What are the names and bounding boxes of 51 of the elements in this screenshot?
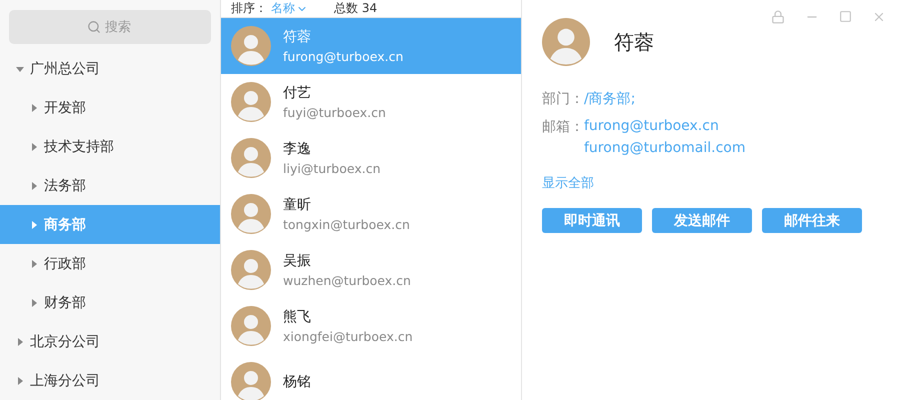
contact-email: wuzhen@turboex.cn xyxy=(283,273,411,288)
avatar-icon xyxy=(231,26,271,66)
field-label: 部门： xyxy=(542,90,584,108)
caret-right-icon[interactable] xyxy=(30,182,38,190)
contact-name: 杨铭 xyxy=(283,373,311,391)
contact-name: 童昕 xyxy=(283,196,312,214)
avatar-icon xyxy=(231,362,271,400)
lock-icon[interactable] xyxy=(771,10,785,24)
tree-item[interactable]: 开发部 xyxy=(0,88,220,127)
caret-right-icon[interactable] xyxy=(16,376,24,384)
caret-right-icon[interactable] xyxy=(30,142,38,150)
contact-email: tongxin@turboex.cn xyxy=(283,217,410,232)
tree-item[interactable]: 财务部 xyxy=(0,283,220,322)
maximize-icon[interactable] xyxy=(839,10,852,23)
contact-title: 符蓉 xyxy=(614,28,654,56)
field-label: 邮箱： xyxy=(542,118,584,137)
tree-item[interactable]: 法务部 xyxy=(0,166,220,205)
caret-right-icon[interactable] xyxy=(30,220,38,228)
tree-item[interactable]: 广州总公司 xyxy=(0,49,220,88)
avatar-icon xyxy=(231,138,271,178)
contact-email: xiongfei@turboex.cn xyxy=(283,329,413,344)
avatar-icon xyxy=(231,250,271,290)
contact-email: liyi@turboex.cn xyxy=(283,161,380,176)
caret-right-icon[interactable] xyxy=(30,104,38,112)
tree-item[interactable]: 行政部 xyxy=(0,244,220,283)
avatar-icon xyxy=(231,306,271,346)
field-value: furong@turbomail.com xyxy=(584,140,746,156)
contact-name: 李逸 xyxy=(283,140,312,158)
search-icon xyxy=(87,20,101,34)
tree-item[interactable]: 技术支持部 xyxy=(0,127,220,166)
close-icon[interactable] xyxy=(872,10,886,24)
contact-name: 符蓉 xyxy=(283,28,312,46)
avatar-icon xyxy=(231,82,271,122)
avatar-icon xyxy=(231,194,271,234)
tree-item[interactable]: 北京分公司 xyxy=(0,322,220,361)
caret-right-icon[interactable] xyxy=(16,338,24,346)
field-value: furong@turboex.cn xyxy=(584,118,720,134)
search-field[interactable]: 搜索 xyxy=(9,10,211,44)
contact-email: furong@turboex.cn xyxy=(283,49,404,64)
contact-name: 吴振 xyxy=(283,252,312,270)
avatar-icon xyxy=(542,18,590,66)
total-count: 总数 34 xyxy=(334,0,378,17)
field-value: /商务部; xyxy=(584,90,636,108)
caret-down-icon[interactable] xyxy=(16,64,24,72)
contact-name: 熊飞 xyxy=(283,308,312,326)
caret-right-icon[interactable] xyxy=(30,260,38,268)
sort-label: 排序： xyxy=(231,0,267,17)
contact-email: fuyi@turboex.cn xyxy=(283,105,386,120)
contact-name: 付艺 xyxy=(283,84,312,102)
caret-right-icon[interactable] xyxy=(30,298,38,306)
tree-item[interactable]: 上海分公司 xyxy=(0,361,220,400)
